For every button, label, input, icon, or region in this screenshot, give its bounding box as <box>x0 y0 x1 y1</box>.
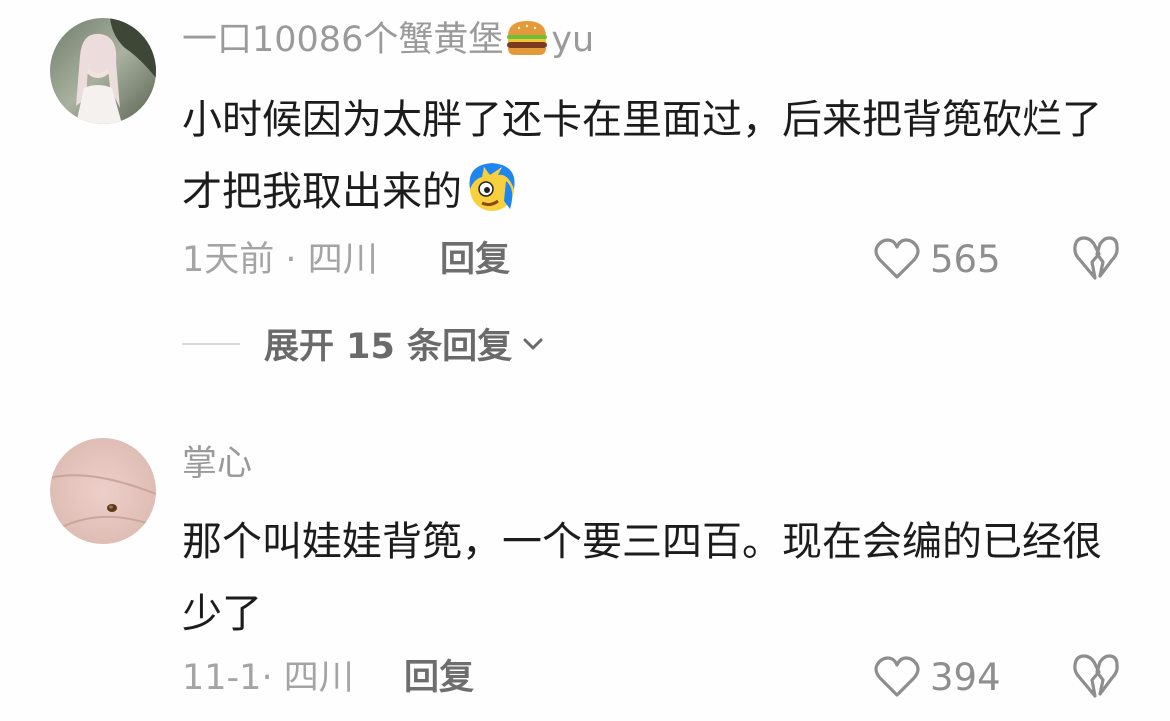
reply-button[interactable]: 回复 <box>404 656 474 700</box>
comment-text: 小时候因为太胖了还卡在里面过，后来把背篼砍烂了才把我取出来的 <box>182 84 1122 228</box>
meta-separator: · <box>285 240 297 280</box>
comment-time: 1天前 <box>182 240 275 280</box>
expand-replies-button[interactable]: 展开 15 条回复 <box>182 318 546 369</box>
comment-time: 11-1 <box>182 658 262 698</box>
meta-separator: · <box>261 658 273 698</box>
dislike-button[interactable] <box>1072 236 1120 284</box>
chevron-down-icon <box>523 338 543 349</box>
like-button[interactable]: 565 <box>874 234 1001 284</box>
hamburger-emoji <box>505 19 549 57</box>
like-count: 394 <box>930 655 1001 699</box>
like-count: 565 <box>930 237 1001 281</box>
comment-meta: 11-1· 四川 <box>182 656 354 700</box>
reply-button[interactable]: 回复 <box>440 238 510 282</box>
expand-replies-label: 展开 15 条回复 <box>264 327 513 367</box>
dislike-button[interactable] <box>1072 654 1120 702</box>
like-button[interactable]: 394 <box>874 652 1001 702</box>
comment-text: 那个叫娃娃背篼，一个要三四百。现在会编的已经很少了 <box>182 506 1122 650</box>
broken-heart-icon <box>1073 236 1119 280</box>
comment-text-content: 小时候因为太胖了还卡在里面过，后来把背篼砍烂了才把我取出来的 <box>182 97 1102 215</box>
comment-meta: 1天前 · 四川 <box>182 238 378 282</box>
comment-item: 掌心 那个叫娃娃背篼，一个要三四百。现在会编的已经很少了 11-1· 四川 回复… <box>0 420 1170 720</box>
avatar[interactable] <box>50 438 156 544</box>
heart-outline-icon <box>874 656 920 697</box>
comment-location: 四川 <box>283 658 354 698</box>
comment-username[interactable]: 一口10086个蟹黄堡 yu <box>182 18 594 62</box>
broken-heart-icon <box>1073 654 1119 698</box>
comment-location: 四川 <box>307 240 378 280</box>
comment-username[interactable]: 掌心 <box>182 442 252 486</box>
comment-list: 一口10086个蟹黄堡 yu 小时候因为太胖了还卡在里面过，后来把背篼砍烂了才把… <box>0 0 1170 721</box>
comment-text-content: 那个叫娃娃背篼，一个要三四百。现在会编的已经很少了 <box>182 519 1102 637</box>
expand-divider <box>182 342 240 345</box>
blue-hair-face-emoji <box>464 159 520 215</box>
username-text: 一口10086个蟹黄堡 <box>182 20 504 60</box>
comment-item: 一口10086个蟹黄堡 yu 小时候因为太胖了还卡在里面过，后来把背篼砍烂了才把… <box>0 0 1170 380</box>
username-suffix: yu <box>551 20 595 60</box>
avatar[interactable] <box>50 18 156 124</box>
heart-outline-icon <box>874 238 920 279</box>
